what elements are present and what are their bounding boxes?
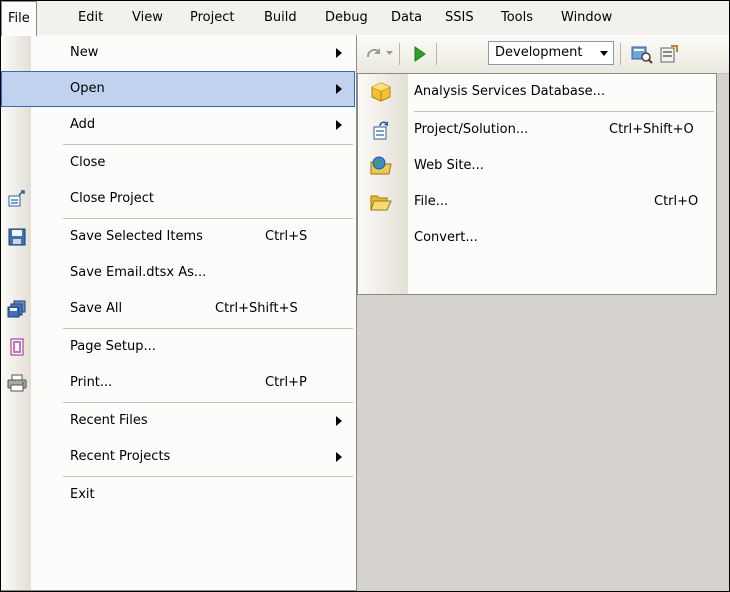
start-debugging-icon[interactable] [413,46,427,62]
submenu-arrow-icon [336,48,342,58]
menu-item-label: Save Selected Items [70,229,203,244]
menu-item-label: Exit [70,487,95,502]
submenu-arrow-icon [336,452,342,462]
menu-build[interactable]: Build [258,1,303,35]
menu-item-label: Project/Solution... [414,122,529,137]
menu-item-save-all[interactable]: Save All Ctrl+Shift+S [1,291,355,327]
menu-data[interactable]: Data [385,1,428,35]
shortcut-label: Ctrl+P [265,375,307,390]
submenu-item-file[interactable]: File... Ctrl+O [358,184,716,220]
menu-item-label: New [70,45,99,60]
menu-item-open[interactable]: Open [1,71,355,107]
menu-window[interactable]: Window [555,1,618,35]
printer-icon [7,374,27,392]
submenu-arrow-icon [336,120,342,130]
menu-debug[interactable]: Debug [319,1,374,35]
submenu-item-analysis-services-database[interactable]: Analysis Services Database... [358,74,716,110]
cube-icon [370,82,392,102]
menu-item-print[interactable]: Print... Ctrl+P [1,365,355,401]
toolbar-separator [436,43,437,65]
close-project-icon [7,190,27,208]
menu-item-label: Add [70,117,96,132]
open-submenu: Analysis Services Database... Project/So… [357,73,717,295]
menu-edit[interactable]: Edit [72,1,109,35]
menu-ssis[interactable]: SSIS [439,1,480,35]
menu-item-new[interactable]: New [1,35,355,71]
open-folder-icon [370,192,392,212]
solution-configuration-select[interactable]: Development [488,41,614,65]
menu-item-close[interactable]: Close [1,145,355,181]
shortcut-label: Ctrl+O [654,194,699,209]
redo-dropdown-icon[interactable] [386,51,393,56]
menu-item-label: Web Site... [414,158,484,173]
submenu-item-convert[interactable]: Convert... [358,220,716,256]
menu-item-label: Print... [70,375,113,390]
shortcut-label: Ctrl+Shift+S [215,301,298,316]
submenu-arrow-icon [336,416,342,426]
menu-item-exit[interactable]: Exit [1,477,355,513]
menu-item-recent-projects[interactable]: Recent Projects [1,439,355,475]
toolbar-separator [399,43,400,65]
menu-item-recent-files[interactable]: Recent Files [1,403,355,439]
standard-toolbar: Development [351,35,729,74]
menu-item-label: Save All [70,301,123,316]
submenu-arrow-icon [336,84,342,94]
menu-tools[interactable]: Tools [495,1,539,35]
open-project-icon [370,120,392,140]
menu-item-page-setup[interactable]: Page Setup... [1,329,355,365]
menu-bar: File Edit View Project Build Debug Data … [1,1,729,36]
menu-item-label: Recent Projects [70,449,171,464]
shortcut-label: Ctrl+Shift+O [609,122,694,137]
menu-view[interactable]: View [126,1,169,35]
menu-item-save-selected-items[interactable]: Save Selected Items Ctrl+S [1,219,355,255]
chevron-down-icon[interactable] [595,42,613,64]
submenu-item-project-solution[interactable]: Project/Solution... Ctrl+Shift+O [358,112,716,148]
menu-item-label: Close [70,155,106,170]
save-all-icon [7,300,27,318]
menu-item-save-as[interactable]: Save Email.dtsx As... [1,255,355,291]
file-menu: New Open Add Close Close Project Save Se… [1,35,357,591]
menu-item-label: Open [70,81,105,96]
menu-file[interactable]: File [1,1,37,36]
menu-item-label: Recent Files [70,413,148,428]
redo-icon[interactable] [365,45,383,61]
web-site-folder-icon [370,156,392,176]
solution-configuration-value: Development [495,45,583,60]
menu-item-label: Page Setup... [70,339,156,354]
menu-project[interactable]: Project [184,1,240,35]
menu-item-label: File... [414,194,449,209]
solution-explorer-icon[interactable] [631,44,653,64]
submenu-item-web-site[interactable]: Web Site... [358,148,716,184]
menu-item-add[interactable]: Add [1,107,355,143]
menu-item-label: Close Project [70,191,155,206]
properties-icon[interactable] [659,44,679,64]
save-floppy-icon [7,228,27,246]
menu-item-close-project[interactable]: Close Project [1,181,355,217]
menu-item-label: Convert... [414,230,478,245]
menu-item-label: Save Email.dtsx As... [70,265,207,280]
menu-item-label: Analysis Services Database... [414,84,606,99]
shortcut-label: Ctrl+S [265,229,308,244]
page-setup-icon [7,338,27,356]
ide-window: File Edit View Project Build Debug Data … [0,0,730,592]
toolbar-separator [620,43,621,65]
